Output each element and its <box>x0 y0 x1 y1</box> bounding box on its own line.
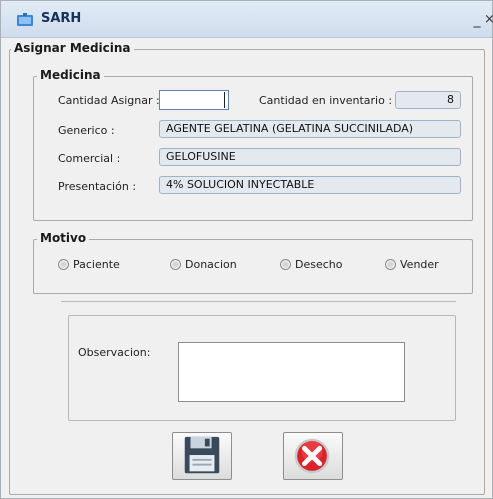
radio-paciente[interactable]: Paciente <box>58 258 120 271</box>
motive-legend: Motivo <box>37 231 90 245</box>
window-title: SARH <box>41 11 82 26</box>
generic-label: Generico : <box>58 124 115 137</box>
quantity-label: Cantidad Asignar : <box>58 94 160 107</box>
app-icon <box>17 13 33 26</box>
floppy-disk-icon <box>184 436 220 474</box>
radio-donacion-label: Donacion <box>185 258 237 271</box>
radio-circle-icon[interactable] <box>280 259 291 270</box>
dialog-window: SARH _ × Asignar Medicina Medicina Canti… <box>0 0 493 499</box>
red-x-circle-icon <box>294 438 330 474</box>
radio-circle-icon[interactable] <box>385 259 396 270</box>
radio-vender[interactable]: Vender <box>385 258 439 271</box>
inventory-label: Cantidad en inventario : <box>259 94 393 107</box>
medicine-legend: Medicina <box>37 68 104 82</box>
save-button[interactable] <box>172 432 232 480</box>
radio-desecho[interactable]: Desecho <box>280 258 343 271</box>
generic-field: AGENTE GELATINA (GELATINA SUCCINILADA) <box>159 120 461 138</box>
minimize-button[interactable]: _ <box>471 13 483 27</box>
commercial-label: Comercial : <box>58 152 121 165</box>
radio-circle-icon[interactable] <box>170 259 181 270</box>
radio-paciente-label: Paciente <box>73 258 120 271</box>
radio-vender-label: Vender <box>400 258 439 271</box>
quantity-input[interactable] <box>159 90 229 110</box>
commercial-field: GELOFUSINE <box>159 148 461 166</box>
cancel-button[interactable] <box>283 432 343 480</box>
divider <box>61 301 456 302</box>
inventory-field: 8 <box>395 91 461 109</box>
title-bar[interactable]: SARH _ × <box>1 1 493 38</box>
radio-circle-icon[interactable] <box>58 259 69 270</box>
close-button[interactable]: × <box>484 13 493 27</box>
presentation-field: 4% SOLUCION INYECTABLE <box>159 176 461 194</box>
radio-desecho-label: Desecho <box>295 258 343 271</box>
assign-medicine-legend: Asignar Medicina <box>11 41 134 55</box>
observation-label: Observacion: <box>78 346 151 359</box>
text-cursor <box>224 92 225 108</box>
presentation-label: Presentación : <box>58 180 137 193</box>
observation-textarea[interactable] <box>178 342 405 402</box>
radio-donacion[interactable]: Donacion <box>170 258 237 271</box>
